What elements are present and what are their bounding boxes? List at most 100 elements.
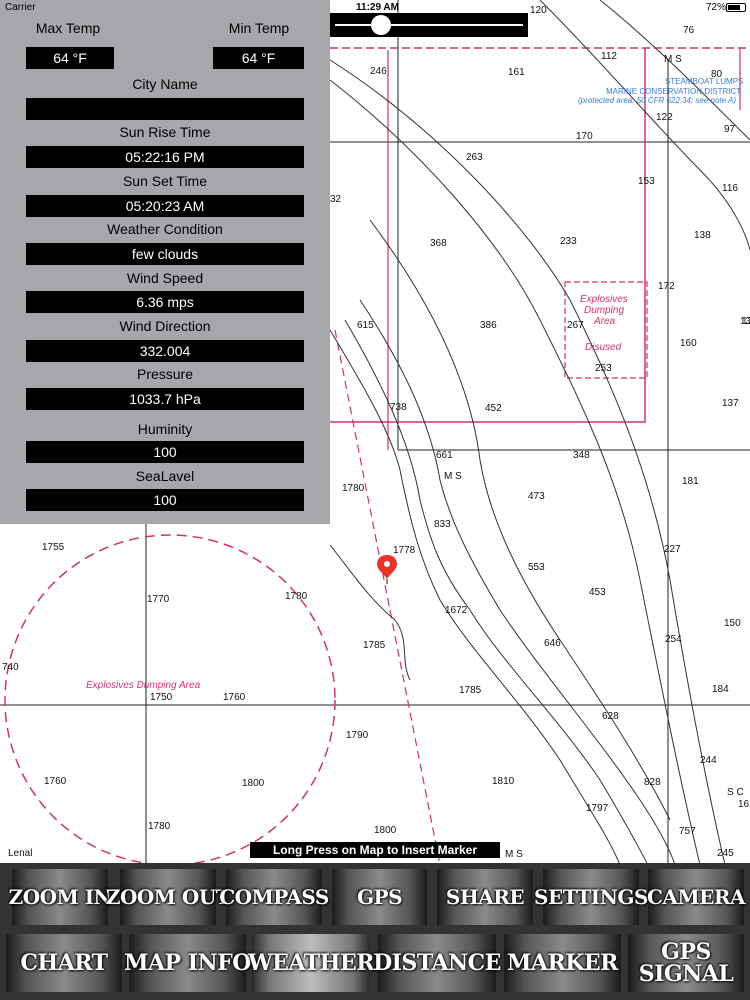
slider-thumb[interactable]	[371, 15, 391, 35]
sounding-value: 138	[694, 230, 711, 241]
sounding-value: 160	[680, 338, 697, 349]
battery-percent: 72%	[706, 2, 727, 13]
city-name-label: City Name	[132, 76, 198, 92]
sounding-value: 245	[717, 848, 734, 859]
sunrise-label: Sun Rise Time	[119, 124, 211, 140]
sunset-value: 05:20:23 AM	[26, 195, 304, 217]
sounding-value: 473	[528, 491, 545, 502]
ms-mid-label: M S	[444, 471, 462, 482]
steamboat-label: STEAMBOAT LUMPS	[665, 77, 743, 86]
wind-direction-value: 332.004	[26, 340, 304, 362]
marine-district-label: MARINE CONSERVATION DISTRICT	[606, 87, 741, 96]
sounding-value: 740	[2, 662, 19, 673]
sounding-value: 253	[595, 363, 612, 374]
sounding-value: 172	[658, 281, 675, 292]
map-info-button[interactable]: MAP INFO	[124, 934, 251, 992]
bottom-toolbar: ZOOM IN ZOOM OUT COMPASS GPS SHARE SETTI…	[0, 863, 750, 1000]
min-temp-value: 64 °F	[213, 47, 304, 69]
sounding-value: 553	[528, 562, 545, 573]
humidity-value: 100	[26, 441, 304, 463]
settings-button[interactable]: SETTINGS	[534, 869, 648, 925]
legal-label: Lenal	[8, 848, 32, 859]
sealevel-value: 100	[26, 489, 304, 511]
gps-signal-button[interactable]: GPS SIGNAL	[628, 934, 744, 992]
explosives-large-label: Explosives Dumping Area	[86, 680, 201, 691]
sounding-value: 181	[682, 476, 699, 487]
sounding-value: 244	[700, 755, 717, 766]
pressure-value: 1033.7 hPa	[26, 388, 304, 410]
city-name-value	[26, 98, 304, 120]
sounding-value: 661	[436, 450, 453, 461]
gps-button[interactable]: GPS	[332, 869, 427, 925]
sounding-value: 267	[567, 320, 584, 331]
explosives-small-label-1: Explosives	[580, 294, 628, 305]
chart-button[interactable]: CHART	[6, 934, 122, 992]
zoom-in-button[interactable]: ZOOM IN	[9, 869, 112, 925]
right-13-label: 13	[740, 316, 750, 327]
right-16-label: 16	[738, 799, 750, 810]
sounding-value: 137	[722, 398, 739, 409]
sounding-value: 150	[724, 618, 741, 629]
sunset-label: Sun Set Time	[122, 173, 208, 189]
sounding-value: 1800	[374, 825, 397, 836]
sounding-value: 833	[434, 519, 451, 530]
sounding-value: 32	[330, 194, 342, 205]
wind-speed-value: 6.36 mps	[26, 291, 304, 313]
share-button[interactable]: SHARE	[437, 869, 533, 925]
sounding-value: 1780	[148, 821, 171, 832]
sounding-value: 757	[679, 826, 696, 837]
sounding-value: 1780	[285, 591, 308, 602]
condition-value: few clouds	[26, 243, 304, 265]
sounding-value: 76	[683, 25, 695, 36]
slider-track-line	[335, 24, 523, 26]
sounding-value: 452	[485, 403, 502, 414]
status-bar: Carrier 11:29 AM 72%	[0, 0, 750, 16]
distance-button[interactable]: DISTANCE	[373, 934, 501, 992]
explosives-small-label-2: Dumping	[584, 305, 624, 316]
sunrise-value: 05:22:16 PM	[26, 146, 304, 168]
sounding-value: 368	[430, 238, 447, 249]
sealevel-label: SeaLavel	[135, 468, 195, 484]
sounding-value: 1785	[363, 640, 386, 651]
min-temp-label: Min Temp	[228, 20, 290, 36]
sounding-value: 1672	[445, 605, 468, 616]
explosives-small-label-3: Area	[593, 316, 616, 327]
sounding-value: 386	[480, 320, 497, 331]
status-time: 11:29 AM	[356, 2, 399, 13]
zoom-out-button[interactable]: ZOOM OUT	[106, 869, 231, 925]
camera-button[interactable]: CAMERA	[647, 869, 745, 925]
sounding-value: 170	[576, 131, 593, 142]
sounding-value: 233	[560, 236, 577, 247]
map-pin-icon[interactable]	[377, 555, 397, 584]
sounding-value: 97	[724, 124, 736, 135]
sounding-value: 646	[544, 638, 561, 649]
sounding-value: 227	[664, 544, 681, 555]
pressure-label: Pressure	[136, 366, 194, 382]
sounding-value: 1750	[150, 692, 173, 703]
sounding-value: 1770	[147, 594, 170, 605]
max-temp-label: Max Temp	[35, 20, 101, 36]
sounding-value: 112	[601, 51, 617, 62]
sounding-value: 153	[638, 176, 655, 187]
sounding-value: 246	[370, 66, 387, 77]
sounding-value: 1810	[492, 776, 515, 787]
sounding-value: 615	[357, 320, 374, 331]
sounding-value: 254	[665, 634, 682, 645]
opacity-slider[interactable]	[330, 13, 528, 37]
sounding-value: 122	[656, 112, 673, 123]
humidity-label: Huminity	[137, 421, 193, 437]
long-press-hint: Long Press on Map to Insert Marker	[250, 842, 500, 858]
marker-button[interactable]: MARKER	[504, 934, 621, 992]
sounding-value: 1760	[44, 776, 67, 787]
ms-label: M S	[664, 54, 682, 65]
sounding-value: 1800	[242, 778, 265, 789]
sounding-value: 161	[508, 67, 525, 78]
sounding-value: 1778	[393, 545, 416, 556]
carrier-label: Carrier	[5, 2, 36, 13]
sounding-value: 348	[573, 450, 590, 461]
compass-button[interactable]: COMPASS	[219, 869, 329, 925]
weather-button[interactable]: WEATHER	[248, 934, 375, 992]
sounding-value: 1780	[342, 483, 365, 494]
sounding-value: 1790	[346, 730, 369, 741]
max-temp-value: 64 °F	[26, 47, 114, 69]
